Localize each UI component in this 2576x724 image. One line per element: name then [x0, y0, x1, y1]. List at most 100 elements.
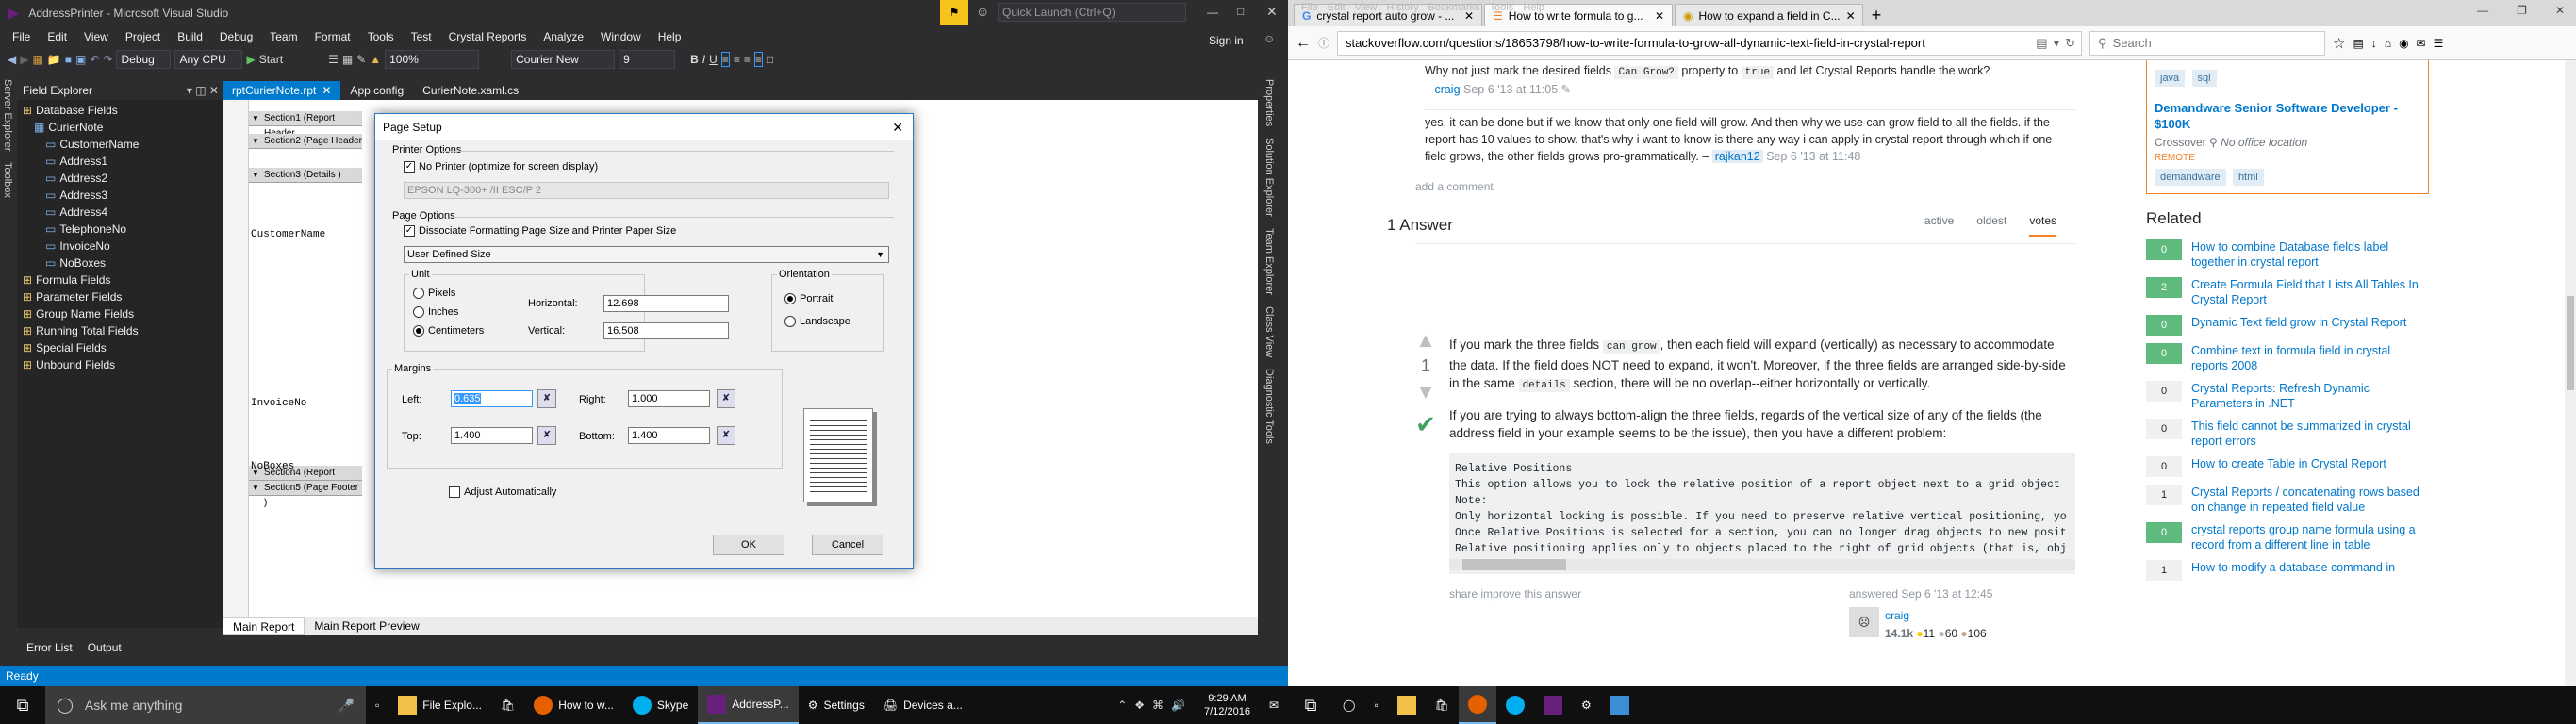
field-no-boxes[interactable]: NoBoxes — [251, 461, 294, 472]
hamburger-menu-icon[interactable]: ☰ — [2434, 37, 2444, 50]
taskbar-firefox[interactable]: How to w... — [524, 686, 623, 724]
menu-item[interactable]: Format — [306, 30, 359, 43]
field-tree-item[interactable]: ▭ NoBoxes — [17, 255, 223, 272]
config-select[interactable]: Debug — [116, 50, 172, 69]
align-center-icon[interactable]: ≡ — [734, 53, 740, 66]
field-invoice-no[interactable]: InvoiceNo — [251, 398, 306, 409]
doc-tab[interactable]: App.config — [340, 81, 413, 100]
dissociate-checkbox[interactable]: ✓ Dissociate Formatting Page Size and Pri… — [404, 225, 676, 238]
related-link[interactable]: Dynamic Text field grow in Crystal Repor… — [2191, 315, 2406, 336]
comment-1-date[interactable]: Sep 6 '13 at 11:05 — [1463, 83, 1558, 96]
field-tree-item[interactable]: ▦ CurierNote — [17, 119, 223, 136]
tag-html[interactable]: html — [2232, 169, 2264, 186]
align-right-icon[interactable]: ≡ — [744, 53, 751, 66]
no-printer-checkbox[interactable]: ✓ No Printer (optimize for screen display… — [404, 161, 598, 173]
align-left-text-icon[interactable]: ≡ — [720, 52, 730, 67]
microphone-icon[interactable]: 🎤 — [339, 698, 355, 714]
panel-controls[interactable]: ▾ ◫ ✕ — [187, 84, 219, 97]
taskbar-settings[interactable]: ⚙ Settings — [799, 686, 874, 724]
start-icon[interactable]: ▶ — [246, 53, 255, 66]
taskbar-visual-studio[interactable]: AddressP... — [698, 686, 799, 724]
share-link[interactable]: share — [1449, 587, 1478, 601]
taskbar-store[interactable]: 🛍 — [1426, 686, 1459, 724]
field-customer-name[interactable]: CustomerName — [251, 229, 325, 240]
doc-tab[interactable]: rptCurierNote.rpt ✕ — [223, 81, 341, 100]
start-windows-icon[interactable]: ⧉ — [1288, 686, 1333, 724]
menu-item[interactable]: Test — [403, 30, 440, 43]
taskbar-skype[interactable]: Skype — [623, 686, 698, 724]
task-view-icon[interactable]: ▫ — [1364, 686, 1387, 724]
search-bar[interactable]: ⚲ Search — [2089, 30, 2326, 56]
comment-1-author[interactable]: craig — [1434, 83, 1460, 96]
close-icon[interactable]: ✕ — [1655, 9, 1664, 23]
add-comment-link[interactable]: add a comment — [1415, 180, 2075, 193]
font-size-select[interactable]: 9 — [619, 50, 676, 69]
error-list-tab[interactable]: Error List — [26, 641, 73, 654]
font-select[interactable]: Courier New — [511, 50, 616, 69]
taskbar-visual-studio[interactable] — [1534, 686, 1572, 724]
save-all-icon[interactable]: ▣ — [75, 53, 86, 66]
dialog-close-icon[interactable]: ✕ — [892, 120, 913, 136]
field-tree-item[interactable]: ▭ InvoiceNo — [17, 238, 223, 255]
faded-menu-item[interactable]: Bookmarks — [1428, 2, 1480, 13]
unit-radio-pixels[interactable]: Pixels — [413, 288, 455, 300]
left-margin-input[interactable]: 0.635 — [451, 390, 533, 407]
menu-item[interactable]: File — [4, 30, 39, 43]
sign-in-link[interactable]: Sign in — [1209, 34, 1244, 47]
network-icon[interactable]: ⌘ — [1152, 699, 1164, 712]
sort-votes-tab[interactable]: votes — [2029, 214, 2056, 237]
taskbar-devices[interactable]: 🖨 Devices a... — [874, 686, 972, 724]
comment-2-author[interactable]: rajkan12 — [1711, 150, 1763, 163]
taskbar-file-explorer[interactable]: File Explo... — [388, 686, 491, 724]
field-tree-item[interactable]: ⊞ Special Fields — [17, 339, 223, 356]
related-link[interactable]: Create Formula Field that Lists All Tabl… — [2191, 277, 2429, 307]
menu-item[interactable]: Tools — [359, 30, 403, 43]
related-link[interactable]: Crystal Reports: Refresh Dynamic Paramet… — [2191, 381, 2429, 411]
class-view-tab[interactable]: Class View — [1262, 301, 1277, 363]
related-link[interactable]: crystal reports group name formula using… — [2191, 522, 2429, 552]
field-tree-item[interactable]: ▭ CustomerName — [17, 136, 223, 153]
field-tree-item[interactable]: ⊞ Database Fields — [17, 102, 223, 119]
field-tree-item[interactable]: ⊞ Running Total Fields — [17, 322, 223, 339]
menu-item[interactable]: Project — [117, 30, 169, 43]
left-margin-edit-icon[interactable]: ✘ — [537, 389, 556, 408]
diagnostic-tools-tab[interactable]: Diagnostic Tools — [1262, 363, 1277, 450]
faded-menu-item[interactable]: File — [1301, 2, 1318, 13]
feedback-smile-icon[interactable]: ☺ — [976, 4, 989, 19]
related-link[interactable]: Combine text in formula field in crystal… — [2191, 343, 2429, 373]
minimize-button[interactable]: — — [1207, 6, 1218, 19]
menu-item[interactable]: Window — [592, 30, 650, 43]
comment-2-date[interactable]: Sep 6 '13 at 11:48 — [1766, 150, 1860, 163]
faded-menu-item[interactable]: View — [1355, 2, 1378, 13]
paper-size-select[interactable]: User Defined Size ▼ — [404, 246, 889, 263]
upvote-arrow-icon[interactable]: ▲ — [1410, 328, 1442, 353]
tag-java[interactable]: java — [2155, 70, 2186, 87]
taskbar-skype[interactable] — [1496, 686, 1534, 724]
top-margin-edit-icon[interactable]: ✘ — [537, 426, 556, 445]
improve-link[interactable]: improve this answer — [1480, 587, 1581, 601]
unit-radio-inches[interactable]: Inches — [413, 306, 458, 319]
field-tree-item[interactable]: ⊞ Unbound Fields — [17, 356, 223, 373]
close-window-icon[interactable]: ✕ — [2555, 4, 2565, 17]
minimize-icon[interactable]: — — [2477, 4, 2488, 17]
team-explorer-tab[interactable]: Team Explorer — [1262, 222, 1277, 301]
close-icon[interactable]: ✕ — [322, 84, 331, 97]
related-link[interactable]: This field cannot be summarized in cryst… — [2191, 419, 2429, 449]
menu-item[interactable]: Analyze — [535, 30, 592, 43]
tag-sql[interactable]: sql — [2191, 70, 2217, 87]
italic-button[interactable]: I — [702, 53, 705, 66]
open-icon[interactable]: 📁 — [47, 53, 61, 66]
system-tray[interactable]: ⌃ ❖ ⌘ 🔊 — [1108, 686, 1195, 724]
ok-button[interactable]: OK — [713, 535, 784, 555]
share-icon[interactable]: ✉ — [2417, 37, 2426, 50]
reload-icon[interactable]: ↻ — [2065, 36, 2075, 51]
taskbar-firefox[interactable] — [1458, 686, 1496, 724]
bold-button[interactable]: B — [690, 53, 699, 66]
top-margin-input[interactable]: 1.400 — [451, 427, 533, 444]
new-tab-button[interactable]: + — [1865, 4, 1888, 26]
underline-button[interactable]: U — [709, 53, 718, 66]
taskbar-folder[interactable] — [1388, 686, 1426, 724]
tray-up-icon[interactable]: ⌃ — [1117, 699, 1127, 712]
faded-menu-item[interactable]: Help — [1523, 2, 1544, 13]
close-icon[interactable]: ✕ — [1846, 9, 1856, 23]
